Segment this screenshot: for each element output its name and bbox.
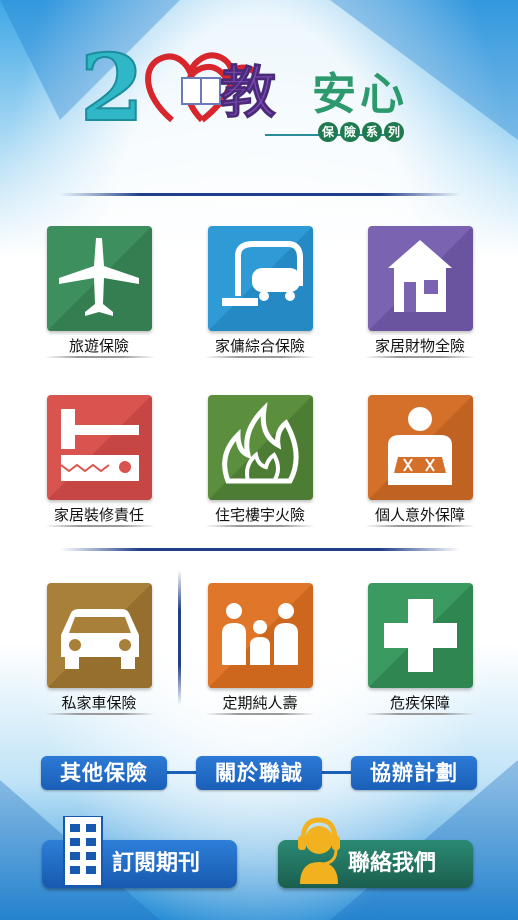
tile-label: 個人意外保障 <box>374 506 465 524</box>
app-logo: 2 教 安心 保 險 系 列 <box>79 28 440 158</box>
label-underline <box>365 713 475 715</box>
other-insurance-link[interactable]: 其他保險 <box>41 756 167 790</box>
logo-series: 保 險 系 列 <box>318 122 404 142</box>
tile-term-life[interactable] <box>208 583 313 688</box>
tile-label: 危疾保障 <box>389 694 450 712</box>
airplane-icon <box>47 226 152 331</box>
subscribe-label: 訂閱期刊 <box>112 851 201 876</box>
contact-label: 聯絡我們 <box>348 851 437 876</box>
section-vdivider <box>178 570 181 705</box>
injured-person-icon <box>368 395 473 500</box>
label-underline <box>365 356 475 358</box>
label-underline <box>45 713 155 715</box>
fire-icon <box>208 395 313 500</box>
tile-label: 定期純人壽 <box>222 694 298 712</box>
series-char: 保 <box>318 122 338 142</box>
family-icon <box>208 583 313 688</box>
tile-label: 住宅樓宇火險 <box>214 506 305 524</box>
tile-personal-accident[interactable] <box>368 395 473 500</box>
tile-travel-insurance[interactable] <box>47 226 152 331</box>
tile-fire-insurance[interactable] <box>208 395 313 500</box>
car-icon <box>47 583 152 688</box>
label-underline <box>45 525 155 527</box>
tile-car-insurance[interactable] <box>47 583 152 688</box>
building-icon <box>63 816 103 887</box>
logo-char-jiao: 教 <box>220 60 277 127</box>
tile-label: 家傭綜合保險 <box>214 337 305 355</box>
contact-button[interactable]: 聯絡我們 <box>278 817 473 888</box>
hammer-saw-icon <box>47 395 152 500</box>
series-char: 險 <box>340 122 360 142</box>
label-underline <box>365 525 475 527</box>
tile-label: 旅遊保險 <box>68 337 129 355</box>
tile-renovation-liability[interactable] <box>47 395 152 500</box>
series-char: 系 <box>362 122 382 142</box>
header-divider <box>60 193 460 196</box>
medical-cross-icon <box>368 583 473 688</box>
tile-label: 家居財物全險 <box>374 337 465 355</box>
customer-service-icon <box>298 817 340 884</box>
tile-home-contents-insurance[interactable] <box>368 226 473 331</box>
about-link[interactable]: 關於聯誠 <box>196 756 322 790</box>
logo-text-anxin: 安心 <box>312 69 408 120</box>
tile-domestic-helper-insurance[interactable] <box>208 226 313 331</box>
house-icon <box>368 226 473 331</box>
section-divider <box>60 548 460 551</box>
tile-label: 家居裝修責任 <box>53 506 144 524</box>
label-underline <box>45 356 155 358</box>
plan-link[interactable]: 協辦計劃 <box>351 756 477 790</box>
vacuum-cleaner-icon <box>208 226 313 331</box>
label-underline <box>205 713 315 715</box>
subscribe-button[interactable]: 訂閱期刊 <box>42 816 237 888</box>
tile-label: 私家車保險 <box>61 694 137 712</box>
label-underline <box>205 356 315 358</box>
series-char: 列 <box>384 122 404 142</box>
logo-number: 2 <box>79 33 145 143</box>
label-underline <box>205 525 315 527</box>
tile-critical-illness[interactable] <box>368 583 473 688</box>
